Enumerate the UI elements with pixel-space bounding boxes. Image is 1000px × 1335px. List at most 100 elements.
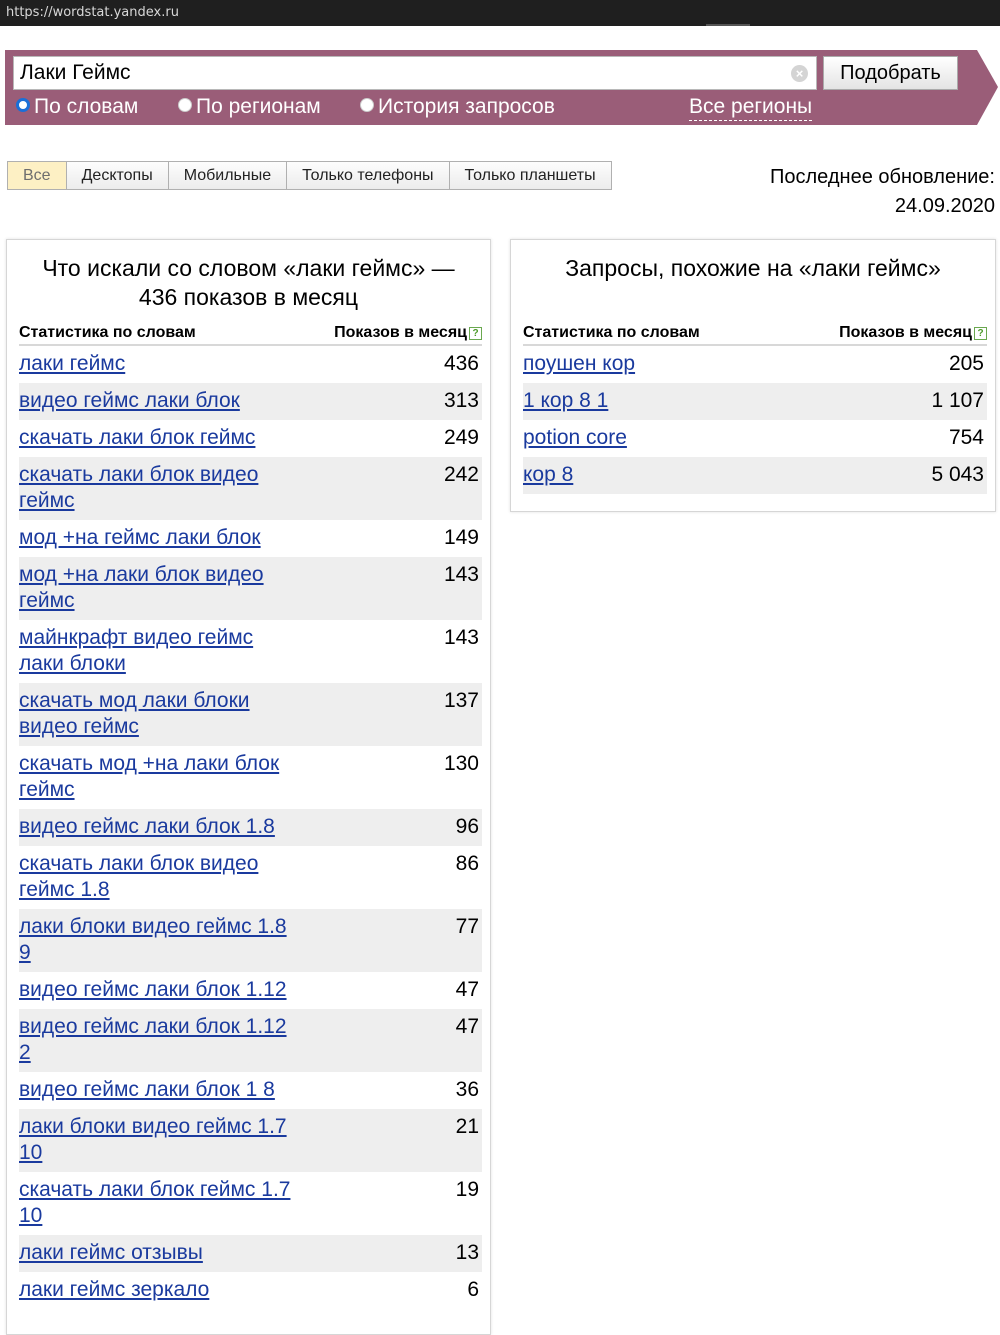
help-icon[interactable]: ? — [469, 327, 482, 340]
device-tabs: Все Десктопы Мобильные Только телефоны Т… — [7, 161, 612, 190]
words-panel-title: Что искали со словом «лаки геймс» — 436 … — [42, 255, 455, 310]
table-row: майнкрафт видео геймс лаки блоки 143 — [19, 620, 482, 683]
phrase-link[interactable]: potion core — [523, 425, 853, 451]
table-row: скачать лаки блок геймс 249 — [19, 420, 482, 457]
table-row: видео геймс лаки блок 1.8 96 — [19, 809, 482, 846]
last-update-label: Последнее обновление: — [770, 166, 995, 188]
phrase-link[interactable]: скачать лаки блок геймс — [19, 425, 299, 451]
column-phrase-header: Статистика по словам — [523, 324, 700, 341]
submit-button[interactable]: Подобрать — [823, 56, 958, 90]
table-row: видео геймс лаки блок 1 8 36 — [19, 1072, 482, 1109]
search-panel: Лаки Геймс × Подобрать По словам По реги… — [5, 50, 998, 125]
phrase-link[interactable]: кор 8 — [523, 462, 853, 488]
impressions-count: 19 — [455, 1178, 479, 1201]
tab-phones-only[interactable]: Только телефоны — [287, 162, 450, 189]
impressions-count: 436 — [443, 352, 479, 375]
impressions-count: 143 — [443, 563, 479, 586]
impressions-count: 77 — [455, 915, 479, 938]
last-update-date: 24.09.2020 — [894, 195, 995, 217]
impressions-count: 130 — [443, 752, 479, 775]
phrase-link[interactable]: лаки геймс — [19, 351, 299, 377]
table-row: 1 кор 8 1 1 107 — [523, 383, 987, 420]
words-table: лаки геймс 436 видео геймс лаки блок 313 ска… — [19, 346, 482, 1309]
phrase-link[interactable]: видео геймс лаки блок — [19, 388, 299, 414]
similar-panel-title: Запросы, похожие на «лаки геймс» — [565, 255, 941, 281]
table-row: кор 8 5 043 — [523, 457, 987, 494]
phrase-link[interactable]: скачать лаки блок геймс 1.7 10 — [19, 1177, 299, 1229]
table-row: видео геймс лаки блок 1.12 47 — [19, 972, 482, 1009]
impressions-count: 249 — [443, 426, 479, 449]
mode-by-words[interactable]: По словам — [16, 94, 138, 120]
tab-mobile[interactable]: Мобильные — [169, 162, 288, 189]
phrase-link[interactable]: видео геймс лаки блок 1.12 2 — [19, 1014, 299, 1066]
impressions-count: 242 — [443, 463, 479, 486]
phrase-link[interactable]: скачать мод +на лаки блок геймс — [19, 751, 299, 803]
radio-selected-icon — [16, 98, 30, 112]
phrase-link[interactable]: лаки блоки видео геймс 1.7 10 — [19, 1114, 299, 1166]
impressions-count: 313 — [443, 389, 479, 412]
impressions-count: 47 — [455, 1015, 479, 1038]
table-row: лаки геймс отзывы 13 — [19, 1235, 482, 1272]
phrase-link[interactable]: лаки геймс отзывы — [19, 1240, 299, 1266]
browser-url-bar[interactable]: https://wordstat.yandex.ru — [0, 0, 1000, 26]
impressions-count: 96 — [455, 815, 479, 838]
mode-history[interactable]: История запросов — [360, 94, 555, 120]
impressions-count: 5 043 — [931, 463, 984, 486]
phrase-link[interactable]: видео геймс лаки блок 1.8 — [19, 814, 299, 840]
tab-desktops[interactable]: Десктопы — [67, 162, 169, 189]
similar-panel: Запросы, похожие на «лаки геймс» Статист… — [510, 239, 996, 512]
phrase-link[interactable]: майнкрафт видео геймс лаки блоки — [19, 625, 299, 677]
impressions-count: 13 — [455, 1241, 479, 1264]
url-text: https://wordstat.yandex.ru — [6, 5, 179, 20]
phrase-link[interactable]: скачать мод лаки блоки видео геймс — [19, 688, 299, 740]
help-icon[interactable]: ? — [974, 327, 987, 340]
regions-link[interactable]: Все регионы — [689, 94, 813, 121]
table-row: видео геймс лаки блок 1.12 2 47 — [19, 1009, 482, 1072]
mode-by-regions[interactable]: По регионам — [178, 94, 321, 120]
impressions-count: 21 — [455, 1115, 479, 1138]
phrase-link[interactable]: лаки геймс зеркало — [19, 1277, 299, 1303]
similar-table-header: Статистика по словам Показов в месяц? — [523, 322, 987, 346]
impressions-count: 137 — [443, 689, 479, 712]
phrase-link[interactable]: мод +на лаки блок видео геймс — [19, 562, 299, 614]
search-query-text: Лаки Геймс — [20, 61, 131, 84]
similar-table: поушен кор 205 1 кор 8 1 1 107 potion core 75… — [523, 346, 987, 494]
phrase-link[interactable]: видео геймс лаки блок 1 8 — [19, 1077, 299, 1103]
words-table-header: Статистика по словам Показов в месяц? — [19, 322, 482, 346]
search-input[interactable]: Лаки Геймс × — [13, 56, 817, 90]
clear-icon[interactable]: × — [791, 65, 808, 82]
table-row: скачать мод лаки блоки видео геймс 137 — [19, 683, 482, 746]
phrase-link[interactable]: скачать лаки блок видео геймс 1.8 — [19, 851, 299, 903]
phrase-link[interactable]: мод +на геймс лаки блок — [19, 525, 299, 551]
phrase-link[interactable]: видео геймс лаки блок 1.12 — [19, 977, 299, 1003]
table-row: скачать лаки блок видео геймс 1.8 86 — [19, 846, 482, 909]
scroll-indicator — [706, 24, 750, 26]
impressions-count: 754 — [948, 426, 984, 449]
tab-all[interactable]: Все — [8, 162, 67, 189]
impressions-count: 36 — [455, 1078, 479, 1101]
table-row: мод +на геймс лаки блок 149 — [19, 520, 482, 557]
phrase-link[interactable]: скачать лаки блок видео геймс — [19, 462, 299, 514]
table-row: лаки блоки видео геймс 1.8 9 77 — [19, 909, 482, 972]
radio-icon — [178, 98, 192, 112]
phrase-link[interactable]: лаки блоки видео геймс 1.8 9 — [19, 914, 299, 966]
phrase-link[interactable]: 1 кор 8 1 — [523, 388, 853, 414]
column-count-header: Показов в месяц? — [334, 322, 482, 344]
impressions-count: 6 — [467, 1278, 479, 1301]
table-row: поушен кор 205 — [523, 346, 987, 383]
impressions-count: 143 — [443, 626, 479, 649]
words-panel: Что искали со словом «лаки геймс» — 436 … — [6, 239, 491, 1335]
table-row: скачать мод +на лаки блок геймс 130 — [19, 746, 482, 809]
column-phrase-header: Статистика по словам — [19, 324, 196, 341]
table-row: лаки геймс зеркало 6 — [19, 1272, 482, 1309]
table-row: мод +на лаки блок видео геймс 143 — [19, 557, 482, 620]
impressions-count: 86 — [455, 852, 479, 875]
table-row: лаки геймс 436 — [19, 346, 482, 383]
tab-tablets-only[interactable]: Только планшеты — [450, 162, 611, 189]
impressions-count: 47 — [455, 978, 479, 1001]
impressions-count: 1 107 — [931, 389, 984, 412]
phrase-link[interactable]: поушен кор — [523, 351, 853, 377]
table-row: potion core 754 — [523, 420, 987, 457]
impressions-count: 149 — [443, 526, 479, 549]
last-update: Последнее обновление: 24.09.2020 — [770, 163, 995, 221]
